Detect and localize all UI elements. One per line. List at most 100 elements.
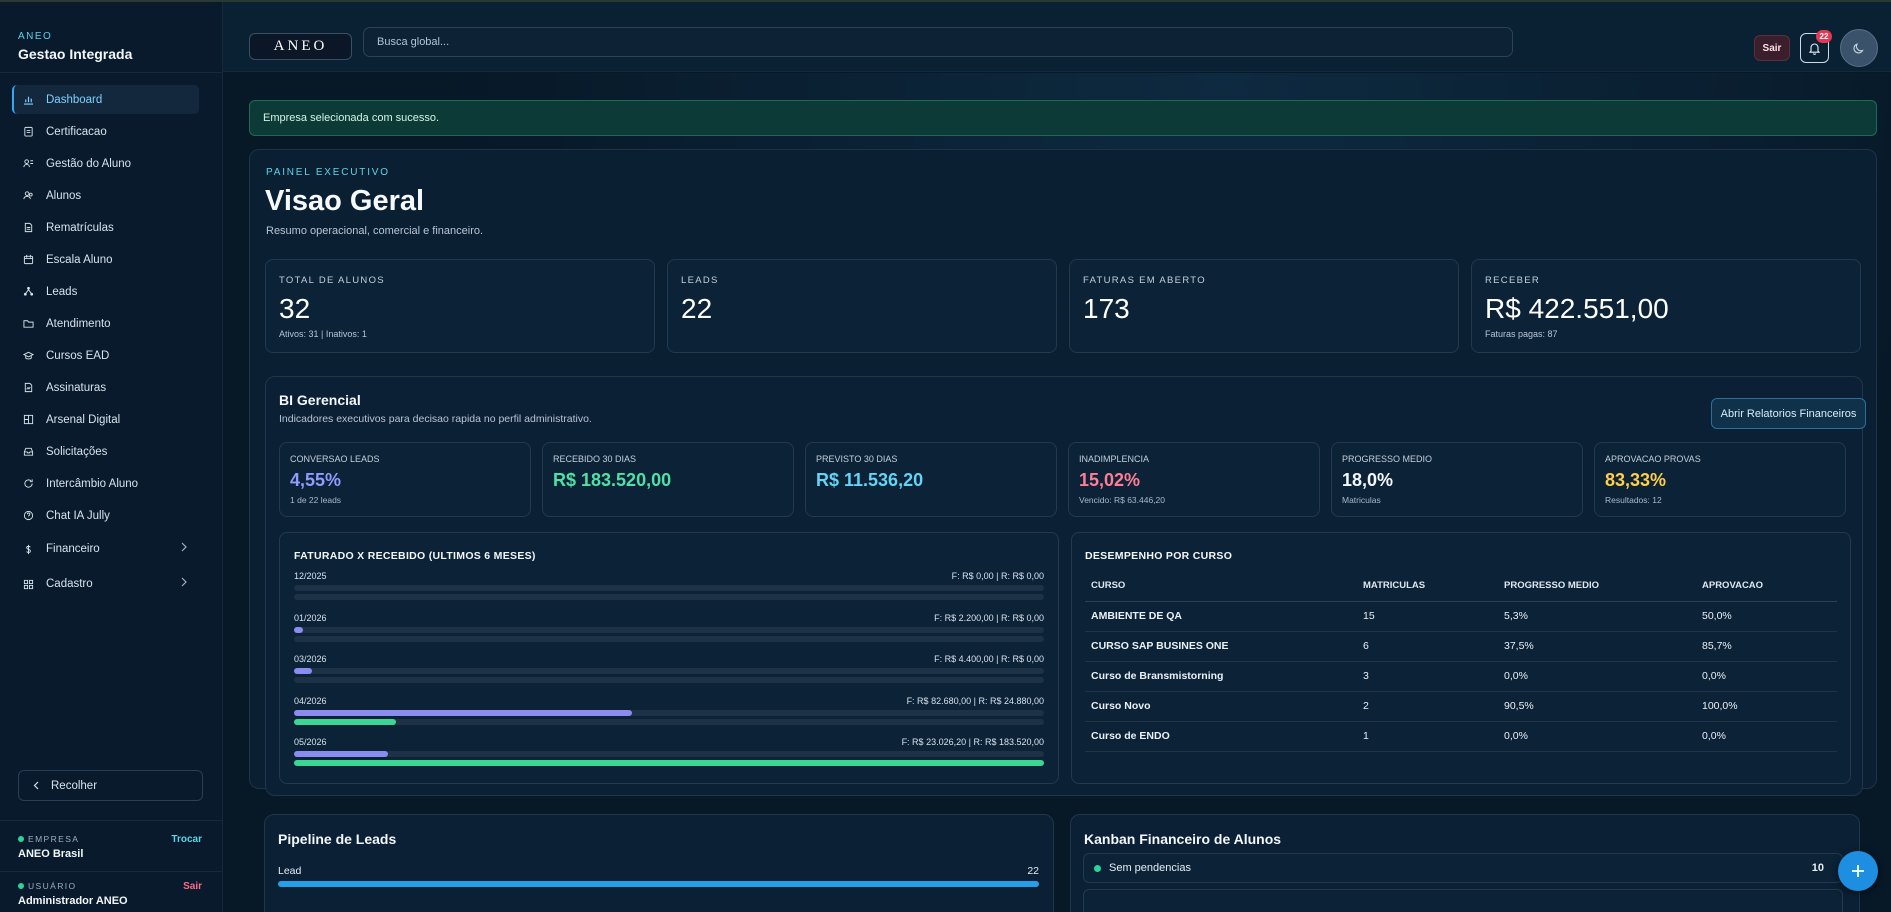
inbox-icon: [22, 446, 34, 458]
company-label-text: EMPRESA: [28, 834, 80, 844]
chart-track: [294, 760, 1044, 766]
sidebar-item-solicitacoes[interactable]: Solicitações: [12, 437, 199, 466]
table-row[interactable]: AMBIENTE DE QA 15 5,3% 50,0%: [1085, 601, 1837, 632]
grid-book-icon: [22, 414, 34, 426]
chart-month-label: 04/2026: [294, 695, 327, 706]
col-progresso[interactable]: PROGRESSO MEDIO: [1498, 571, 1696, 602]
logout-button[interactable]: Sair: [1754, 35, 1790, 61]
chart-track: [294, 751, 1044, 757]
chart-bar-f: [294, 709, 632, 716]
kpi-total-alunos[interactable]: TOTAL DE ALUNOS 32 Ativos: 31 | Inativos…: [265, 259, 655, 353]
bi-card-label: CONVERSAO LEADS: [290, 454, 380, 464]
sidebar-item-cadastro[interactable]: Cadastro: [12, 568, 199, 600]
sidebar-item-dashboard[interactable]: Dashboard: [12, 85, 199, 114]
kanban-column-count: 10: [1811, 862, 1824, 874]
sidebar-item-certificacao[interactable]: Certificacao: [12, 117, 199, 146]
cell-matriculas: 15: [1357, 601, 1498, 632]
bi-card-recebido[interactable]: RECEBIDO 30 DIAS R$ 183.520,00: [542, 442, 794, 517]
bi-card-previsto[interactable]: PREVISTO 30 DIAS R$ 11.536,20: [805, 442, 1057, 517]
sidebar-item-label: Intercâmbio Aluno: [46, 477, 139, 490]
table-row[interactable]: Curso de ENDO 1 0,0% 0,0%: [1085, 721, 1837, 752]
kpi-faturas-aberto[interactable]: FATURAS EM ABERTO 173: [1069, 259, 1459, 353]
table-row[interactable]: Curso de Bransmistorning 3 0,0% 0,0%: [1085, 661, 1837, 692]
kpi-receber[interactable]: RECEBER R$ 422.551,00 Faturas pagas: 87: [1471, 259, 1861, 353]
page-subtitle: Resumo operacional, comercial e financei…: [266, 225, 484, 237]
kanban-column-next[interactable]: [1083, 889, 1843, 912]
sidebar-item-cursos-ead[interactable]: Cursos EAD: [12, 341, 199, 370]
sidebar: ANEO Gestao Integrada Dashboard Certific…: [0, 2, 223, 912]
collapse-sidebar-button[interactable]: Recolher: [18, 770, 203, 801]
folder-icon: [22, 318, 34, 330]
sidebar-item-arsenal-digital[interactable]: Arsenal Digital: [12, 405, 199, 434]
users-icon: [22, 158, 34, 170]
faturado-recebido-chart: FATURADO X RECEBIDO (ULTIMOS 6 MESES) 12…: [279, 532, 1059, 784]
chart-bar-f: [294, 668, 312, 674]
chevron-right-icon: [179, 541, 189, 553]
cell-curso: Curso de ENDO: [1085, 721, 1357, 752]
kpi-value: 22: [681, 293, 713, 324]
bi-card-progresso[interactable]: PROGRESSO MEDIO 18,0% Matriculas: [1331, 442, 1583, 517]
logout-link[interactable]: Sair: [183, 881, 202, 892]
logo[interactable]: ANEO: [249, 33, 352, 60]
sidebar-item-intercambio-aluno[interactable]: Intercâmbio Aluno: [12, 469, 199, 498]
sidebar-item-gestao-aluno[interactable]: Gestão do Aluno: [12, 149, 199, 178]
status-dot-icon: [18, 836, 24, 842]
user-label: USUÁRIO: [18, 881, 77, 891]
table-row[interactable]: CURSO SAP BUSINES ONE 6 37,5% 85,7%: [1085, 631, 1837, 662]
global-search-input[interactable]: [363, 27, 1513, 57]
sidebar-item-assinaturas[interactable]: Assinaturas: [12, 373, 199, 402]
cell-matriculas: 2: [1357, 691, 1498, 722]
cell-aprovacao: 0,0%: [1696, 721, 1837, 752]
cell-curso: Curso Novo: [1085, 691, 1357, 722]
cell-curso: Curso de Bransmistorning: [1085, 661, 1357, 692]
table-row[interactable]: Curso Novo 2 90,5% 100,0%: [1085, 691, 1837, 722]
moon-icon: [1853, 43, 1864, 54]
chart-track: [294, 709, 1044, 716]
perf-title: DESEMPENHO POR CURSO: [1085, 550, 1233, 562]
col-curso[interactable]: CURSO: [1085, 571, 1357, 602]
col-aprovacao[interactable]: APROVACAO: [1696, 571, 1837, 602]
bi-card-value: 18,0%: [1342, 470, 1394, 490]
col-matriculas[interactable]: MATRICULAS: [1357, 571, 1498, 602]
help-circle-icon: [22, 510, 34, 522]
theme-toggle-button[interactable]: [1840, 29, 1878, 67]
bi-card-value: R$ 11.536,20: [816, 470, 924, 490]
sidebar-item-atendimento[interactable]: Atendimento: [12, 309, 199, 338]
bi-card-inadimplencia[interactable]: INADIMPLENCIA 15,02% Vencido: R$ 63.446,…: [1068, 442, 1320, 517]
sidebar-item-escala-aluno[interactable]: Escala Aluno: [12, 245, 199, 274]
sidebar-item-label: Leads: [46, 285, 78, 298]
kpi-leads[interactable]: LEADS 22: [667, 259, 1057, 353]
bi-title: BI Gerencial: [279, 392, 361, 408]
calendar-icon: [22, 254, 34, 266]
bi-card-label: PROGRESSO MEDIO: [1342, 454, 1433, 464]
switch-company-link[interactable]: Trocar: [171, 834, 202, 845]
bi-card-value: R$ 183.520,00: [553, 470, 672, 490]
sidebar-item-label: Cursos EAD: [46, 349, 110, 362]
chart-row: 12/2025 F: R$ 0,00 | R: R$ 0,00: [294, 571, 1044, 605]
desempenho-por-curso-card: DESEMPENHO POR CURSO CURSO MATRICULAS PR…: [1071, 532, 1851, 784]
panel-eyebrow: PAINEL EXECUTIVO: [266, 167, 390, 178]
plus-icon: [1852, 865, 1864, 877]
kpi-sub: Faturas pagas: 87: [1485, 329, 1558, 339]
status-dot-icon: [1094, 864, 1101, 872]
add-fab-button[interactable]: [1838, 851, 1878, 891]
pipeline-title: Pipeline de Leads: [278, 831, 397, 847]
chevron-left-icon: [33, 781, 39, 790]
sidebar-item-label: Dashboard: [46, 93, 103, 106]
sidebar-item-leads[interactable]: Leads: [12, 277, 199, 306]
sidebar-item-rematriculas[interactable]: Rematrículas: [12, 213, 199, 242]
bi-card-aprovacao[interactable]: APROVACAO PROVAS 83,33% Resultados: 12: [1594, 442, 1846, 517]
user-label-text: USUÁRIO: [28, 881, 77, 891]
kanban-column-sem-pendencias[interactable]: Sem pendencias 10: [1083, 853, 1843, 883]
sidebar-item-alunos[interactable]: Alunos: [12, 181, 199, 210]
kpi-label: LEADS: [681, 275, 719, 286]
chart-value-label: F: R$ 4.400,00 | R: R$ 0,00: [934, 654, 1044, 664]
cell-curso: AMBIENTE DE QA: [1085, 601, 1357, 632]
kanban-financeiro-card: Kanban Financeiro de Alunos Sem pendenci…: [1070, 814, 1860, 912]
sidebar-item-financeiro[interactable]: Financeiro: [12, 533, 199, 565]
sidebar-item-chat-ia[interactable]: Chat IA Jully: [12, 501, 199, 530]
sidebar-item-label: Certificacao: [46, 125, 107, 138]
chart-bar-icon: [22, 94, 34, 106]
bi-card-conversao[interactable]: CONVERSAO LEADS 4,55% 1 de 22 leads: [279, 442, 531, 517]
open-financial-reports-button[interactable]: Abrir Relatorios Financeiros: [1711, 398, 1866, 429]
